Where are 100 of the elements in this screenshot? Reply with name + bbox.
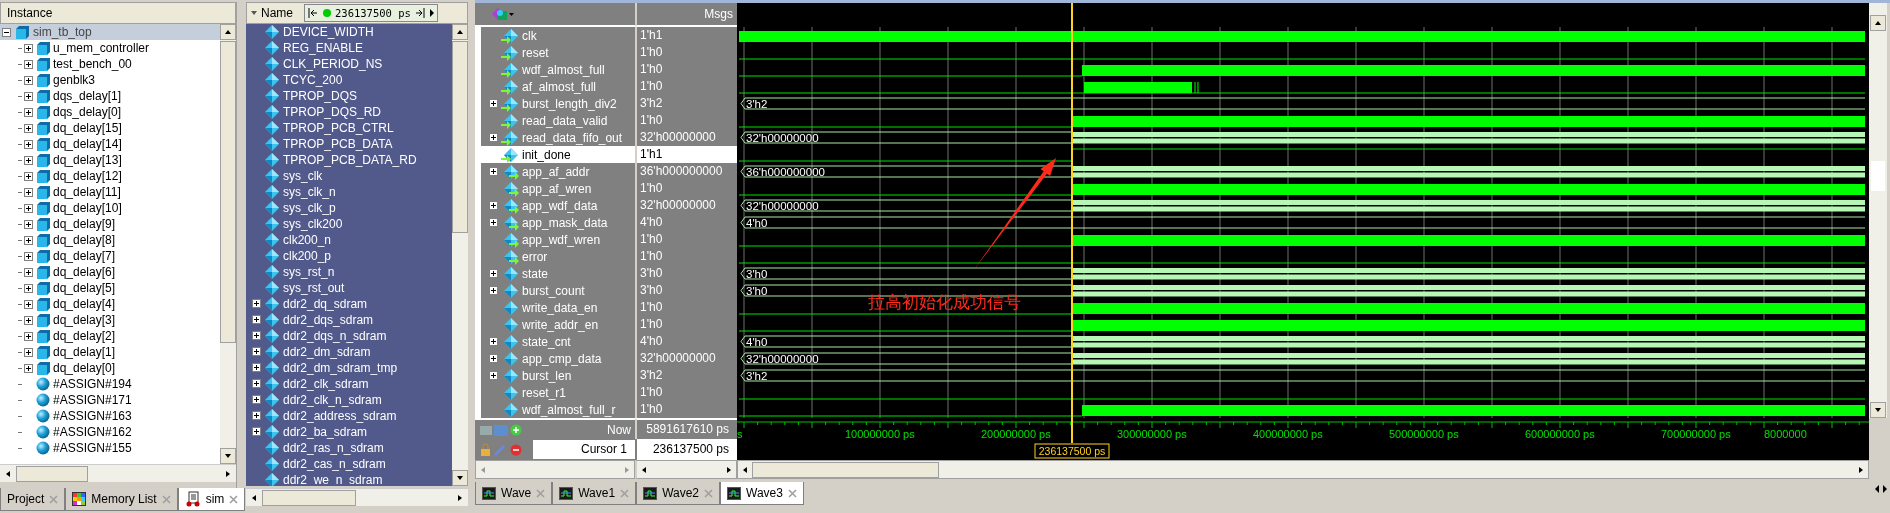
tree-item[interactable]: test_bench_00 bbox=[0, 56, 220, 72]
object-item[interactable]: TPROP_PCB_DATA_RD bbox=[246, 151, 452, 168]
tree-item[interactable]: dq_delay[9] bbox=[0, 216, 220, 232]
expand-icon[interactable] bbox=[252, 411, 261, 421]
expand-icon[interactable] bbox=[24, 251, 33, 261]
expand-icon[interactable] bbox=[24, 187, 33, 197]
tree-item[interactable]: dq_delay[13] bbox=[0, 152, 220, 168]
expand-icon[interactable] bbox=[252, 379, 261, 389]
tree-item[interactable]: genblk3 bbox=[0, 72, 220, 88]
tab[interactable]: Wave2 bbox=[636, 482, 721, 505]
object-item[interactable]: clk200_n bbox=[246, 231, 452, 248]
expand-icon[interactable] bbox=[489, 201, 498, 210]
tree-item[interactable]: u_mem_controller bbox=[0, 40, 220, 56]
object-item[interactable]: TPROP_PCB_CTRL bbox=[246, 119, 452, 136]
expand-icon[interactable] bbox=[24, 219, 33, 229]
signal-name[interactable]: wdf_almost_full_r bbox=[481, 401, 635, 418]
object-item[interactable]: ddr2_dq_sdram bbox=[246, 295, 452, 312]
object-item[interactable]: ddr2_cas_n_sdram bbox=[246, 455, 452, 472]
tree-item[interactable]: dqs_delay[0] bbox=[0, 104, 220, 120]
scroll-up-icon[interactable] bbox=[452, 23, 468, 40]
object-item[interactable]: ddr2_we_n_sdram bbox=[246, 471, 452, 487]
scrollbar-thumb[interactable] bbox=[220, 41, 236, 343]
signal-name[interactable]: read_data_fifo_out bbox=[481, 129, 635, 146]
object-item[interactable]: ddr2_address_sdram bbox=[246, 407, 452, 424]
object-item[interactable]: sys_clk200 bbox=[246, 215, 452, 232]
scrollbar-thumb[interactable] bbox=[752, 461, 939, 478]
caret-icon[interactable] bbox=[428, 7, 435, 18]
signal-name[interactable]: reset bbox=[481, 44, 635, 61]
scroll-down-icon[interactable] bbox=[1869, 402, 1887, 418]
tree-item[interactable]: dq_delay[2] bbox=[0, 328, 220, 344]
tree-item[interactable]: dq_delay[12] bbox=[0, 168, 220, 184]
tree-item[interactable]: dq_delay[8] bbox=[0, 232, 220, 248]
expand-icon[interactable] bbox=[24, 155, 33, 165]
tree-item[interactable]: dq_delay[3] bbox=[0, 312, 220, 328]
expand-icon[interactable] bbox=[24, 171, 33, 181]
cursor-marker[interactable]: 236137500 ps bbox=[1034, 443, 1110, 459]
object-item[interactable]: sys_rst_out bbox=[246, 279, 452, 296]
jump-forward-icon[interactable] bbox=[413, 6, 426, 19]
signal-name[interactable]: app_af_addr bbox=[481, 163, 635, 180]
scroll-up-icon[interactable] bbox=[1869, 15, 1887, 31]
object-item[interactable]: sys_rst_n bbox=[246, 263, 452, 280]
tab[interactable]: Wave3 bbox=[720, 482, 804, 505]
collapse-icon[interactable] bbox=[2, 27, 11, 37]
expand-icon[interactable] bbox=[24, 107, 33, 117]
object-item[interactable]: sys_clk bbox=[246, 167, 452, 184]
expand-icon[interactable] bbox=[252, 331, 261, 341]
expand-icon[interactable] bbox=[489, 99, 498, 108]
expand-icon[interactable] bbox=[489, 371, 498, 380]
scrollbar[interactable] bbox=[452, 23, 468, 487]
object-item[interactable]: clk200_p bbox=[246, 247, 452, 264]
signal-name[interactable]: app_mask_data bbox=[481, 214, 635, 231]
scrollbar-thumb[interactable] bbox=[452, 40, 468, 233]
expand-icon[interactable] bbox=[489, 286, 498, 295]
expand-icon[interactable] bbox=[252, 299, 261, 309]
object-item[interactable]: TPROP_PCB_DATA bbox=[246, 135, 452, 152]
expand-icon[interactable] bbox=[24, 315, 33, 325]
object-item[interactable]: ddr2_clk_n_sdram bbox=[246, 391, 452, 408]
tab[interactable]: Wave bbox=[475, 482, 553, 505]
scrollbar[interactable] bbox=[635, 460, 737, 479]
object-item[interactable]: sys_clk_p bbox=[246, 199, 452, 216]
scrollbar[interactable] bbox=[0, 464, 236, 482]
tree-item[interactable]: #ASSIGN#171 bbox=[0, 392, 220, 408]
tree-item[interactable]: sim_tb_top bbox=[0, 24, 220, 40]
object-item[interactable]: ddr2_ba_sdram bbox=[246, 423, 452, 440]
object-item[interactable]: ddr2_dm_sdram bbox=[246, 343, 452, 360]
tab[interactable]: Memory List bbox=[65, 488, 178, 511]
signal-name[interactable]: state_cnt bbox=[481, 333, 635, 350]
object-item[interactable]: ddr2_ras_n_sdram bbox=[246, 439, 452, 456]
object-item[interactable]: ddr2_dqs_sdram bbox=[246, 311, 452, 328]
expand-icon[interactable] bbox=[252, 363, 261, 373]
object-item[interactable]: ddr2_dqs_n_sdram bbox=[246, 327, 452, 344]
expand-icon[interactable] bbox=[489, 167, 498, 176]
tree-item[interactable]: dqs_delay[1] bbox=[0, 88, 220, 104]
signal-name[interactable]: reset_r1 bbox=[481, 384, 635, 401]
expand-icon[interactable] bbox=[252, 315, 261, 325]
tab[interactable]: sim bbox=[177, 488, 246, 511]
expand-icon[interactable] bbox=[252, 395, 261, 405]
expand-icon[interactable] bbox=[24, 123, 33, 133]
signal-name[interactable]: clk bbox=[481, 27, 635, 44]
tree-item[interactable]: dq_delay[4] bbox=[0, 296, 220, 312]
expand-icon[interactable] bbox=[24, 363, 33, 373]
expand-icon[interactable] bbox=[489, 354, 498, 363]
signal-name[interactable]: state bbox=[481, 265, 635, 282]
scrollbar[interactable] bbox=[737, 460, 1869, 479]
expand-icon[interactable] bbox=[24, 75, 33, 85]
tree-item[interactable]: dq_delay[15] bbox=[0, 120, 220, 136]
signal-name[interactable]: burst_count bbox=[481, 282, 635, 299]
signal-name[interactable]: write_data_en bbox=[481, 299, 635, 316]
tree-item[interactable]: dq_delay[7] bbox=[0, 248, 220, 264]
signal-name[interactable]: app_wdf_wren bbox=[481, 231, 635, 248]
scrollbar-thumb[interactable] bbox=[262, 489, 356, 506]
object-item[interactable]: TPROP_DQS_RD bbox=[246, 103, 452, 120]
tree-item[interactable]: dq_delay[10] bbox=[0, 200, 220, 216]
expand-icon[interactable] bbox=[24, 347, 33, 357]
signal-name[interactable]: burst_len bbox=[481, 367, 635, 384]
object-item[interactable]: CLK_PERIOD_NS bbox=[246, 55, 452, 72]
signal-name[interactable]: write_addr_en bbox=[481, 316, 635, 333]
scrollbar[interactable] bbox=[220, 24, 236, 464]
tab[interactable]: Project bbox=[0, 488, 66, 511]
scrollbar[interactable] bbox=[246, 488, 468, 506]
